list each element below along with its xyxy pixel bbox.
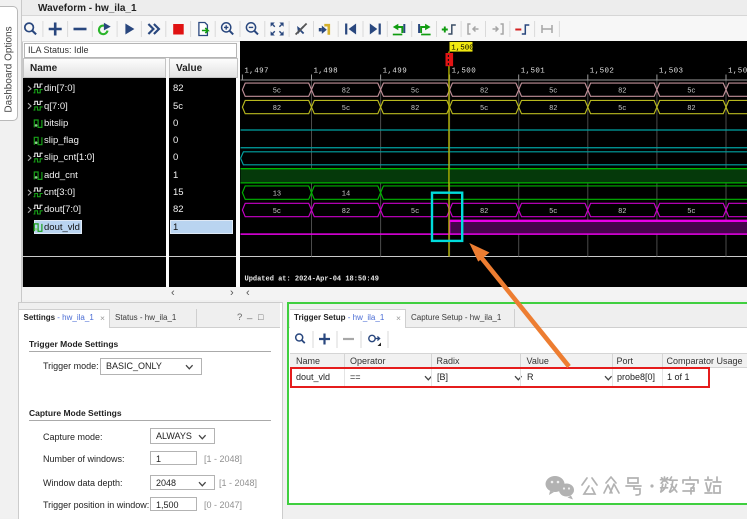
svg-text:1,504: 1,504 [728, 67, 747, 75]
svg-text:82: 82 [480, 87, 488, 95]
svg-text:1,497: 1,497 [244, 67, 269, 75]
svg-text:82: 82 [480, 208, 488, 216]
svg-text:82: 82 [411, 105, 419, 113]
svg-text:82: 82 [687, 105, 695, 113]
svg-text:5c: 5c [411, 208, 419, 216]
svg-text:1,500: 1,500 [452, 67, 477, 75]
svg-text:5c: 5c [480, 105, 488, 113]
svg-text:1,501: 1,501 [521, 67, 546, 75]
svg-text:5c: 5c [273, 87, 281, 95]
svg-text:5c: 5c [687, 87, 695, 95]
svg-text:5c: 5c [687, 208, 695, 216]
svg-text:5c: 5c [342, 105, 350, 113]
svg-text:82: 82 [618, 87, 626, 95]
svg-text:1,500: 1,500 [451, 44, 474, 52]
svg-text:5c: 5c [549, 87, 557, 95]
svg-text:82: 82 [549, 105, 557, 113]
svg-text:82: 82 [342, 87, 350, 95]
svg-text:Updated at: 2024-Apr-04 18:50:: Updated at: 2024-Apr-04 18:50:49 [245, 275, 379, 283]
svg-text:5c: 5c [549, 208, 557, 216]
svg-text:1,499: 1,499 [383, 67, 408, 75]
svg-text:1,502: 1,502 [590, 67, 615, 75]
svg-text:14: 14 [342, 190, 350, 198]
svg-text:1,503: 1,503 [659, 67, 684, 75]
svg-text:82: 82 [618, 208, 626, 216]
svg-text:1,498: 1,498 [314, 67, 339, 75]
svg-text:5c: 5c [273, 208, 281, 216]
svg-text:13: 13 [273, 190, 281, 198]
svg-text:82: 82 [273, 105, 281, 113]
svg-text:5c: 5c [411, 87, 419, 95]
svg-text:82: 82 [342, 208, 350, 216]
svg-text:5c: 5c [618, 105, 626, 113]
